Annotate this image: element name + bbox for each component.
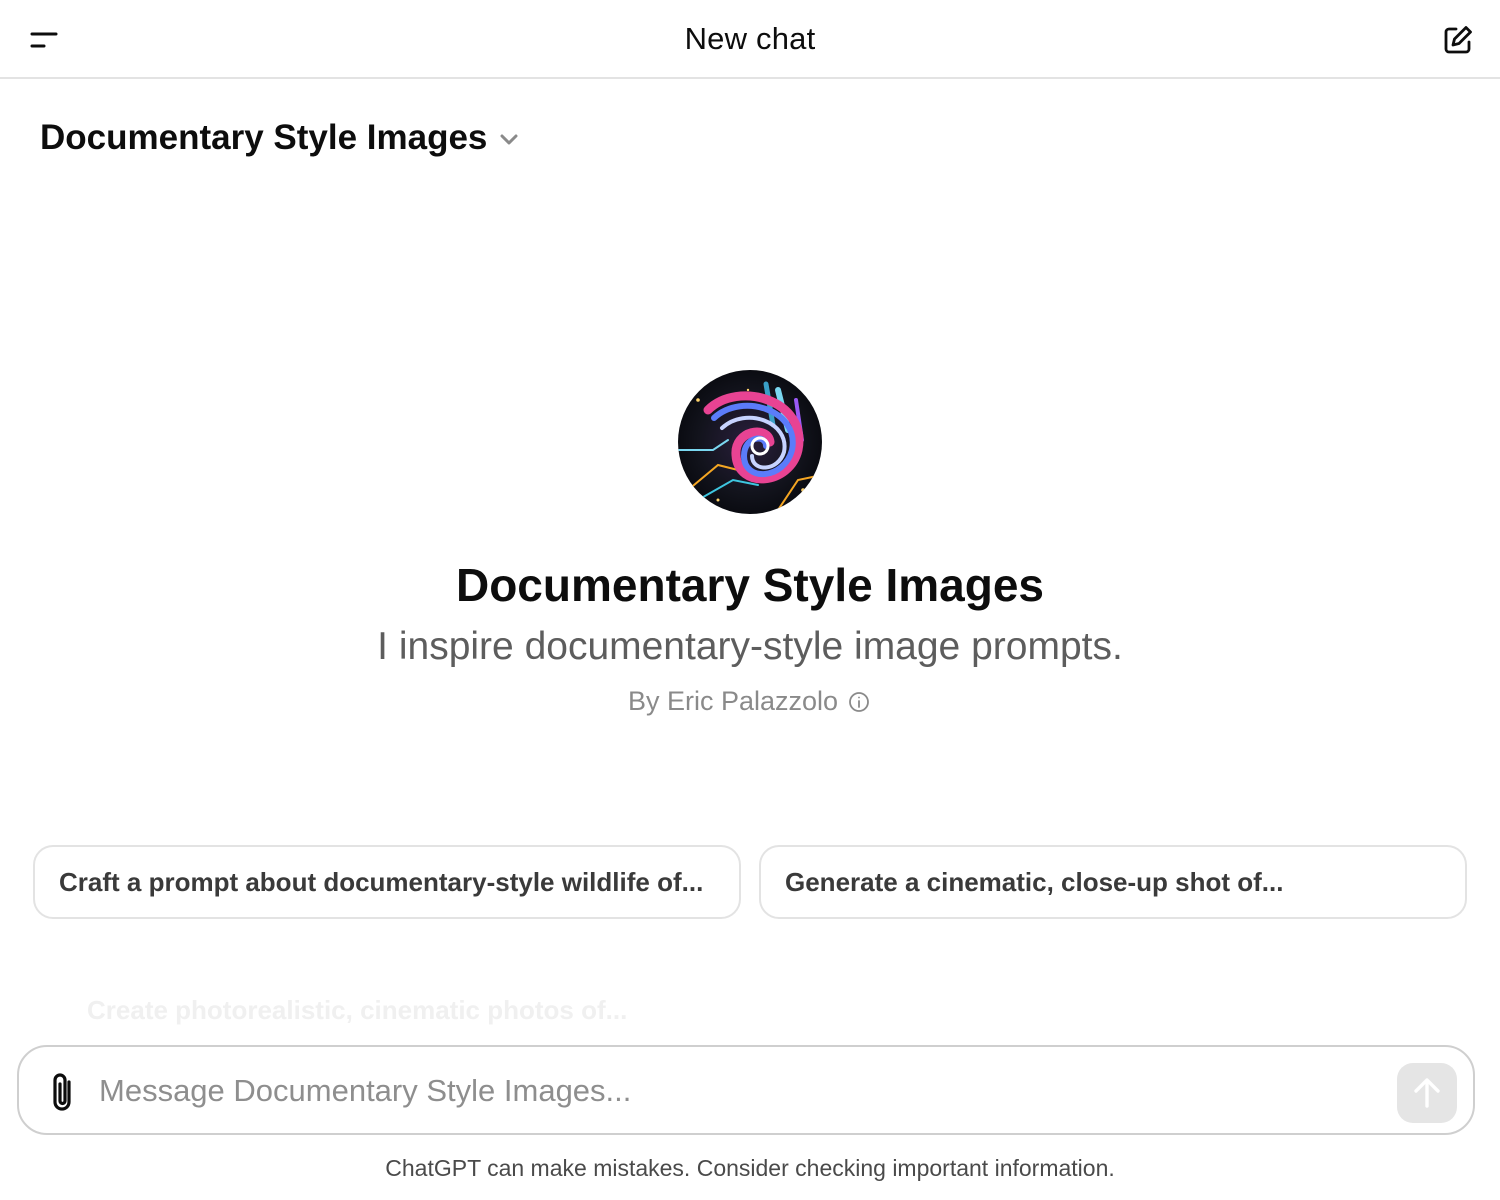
gpt-author: By Eric Palazzolo [627,686,839,716]
conversation-starter[interactable]: Craft a prompt about documentary-style w… [33,845,741,919]
top-bar: New chat [0,0,1500,79]
paperclip-icon [53,1073,71,1111]
gpt-avatar [678,370,822,514]
attach-button[interactable] [43,1069,83,1115]
conversation-starter[interactable]: Create photorealistic, cinematic photos … [87,995,627,1026]
chevron-down-icon [499,129,521,151]
edit-icon [1444,26,1472,54]
conversation-starter[interactable]: Generate a cinematic, close-up shot of..… [759,845,1467,919]
sidebar-toggle-button[interactable] [22,18,66,62]
arrow-up-icon [1414,1078,1440,1108]
disclaimer: ChatGPT can make mistakes. Consider chec… [385,1155,1115,1181]
new-chat-button[interactable] [1436,18,1480,62]
send-button[interactable] [1397,1063,1457,1123]
message-composer [17,1045,1475,1135]
model-switcher-label: Documentary Style Images [40,118,488,157]
author-row: By Eric Palazzolo [0,686,1500,717]
sidebar-toggle-icon [30,32,58,48]
gpt-description: I inspire documentary-style image prompt… [377,625,1123,668]
model-switcher[interactable]: Documentary Style Images [40,112,521,164]
gpt-name: Documentary Style Images [455,559,1044,611]
info-icon[interactable] [848,690,872,714]
page-title: New chat [684,20,816,56]
message-input[interactable] [99,1065,1389,1117]
